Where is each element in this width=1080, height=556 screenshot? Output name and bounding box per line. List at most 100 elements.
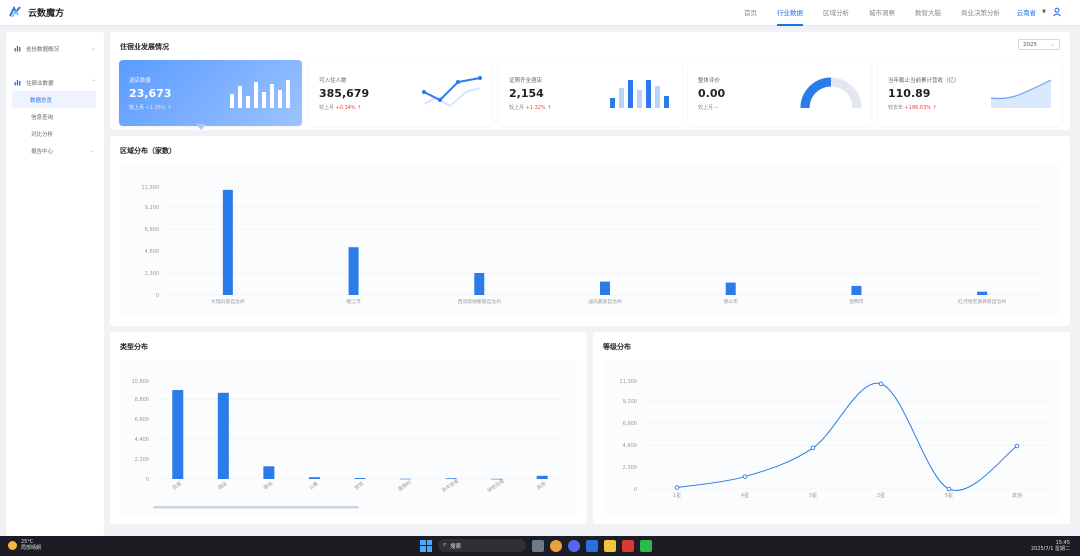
sidebar-item[interactable]: 报告中心 ⌄ [6,142,104,159]
kpi-value: 0.00 [698,87,726,100]
kpi-change-prefix: 较去年 [888,105,904,111]
y-tick-label: 4,600 [145,249,159,255]
region-panel: 区域分布（家数） 0 2,300 4,600 6,900 9,200 11,300 大理白族… [110,136,1070,326]
bar [263,466,275,479]
x-tick-label: 大理白族自治州 [211,298,245,305]
nav-item[interactable]: 区域分析 [823,0,849,26]
x-tick-label: 红河哈尼族彝族自治州 [958,298,1006,305]
weather-widget[interactable]: 25°C 局部晴朗 [8,539,41,551]
nav-item[interactable]: 首页 [744,0,757,26]
chart-scrollbar [153,506,359,509]
y-tick-label: 8,800 [135,397,149,403]
grade-panel: 等级分布 0 2,300 4,600 6,900 9,200 11,300 1星 4星 3星 2星… [593,332,1070,524]
sidebar-group[interactable]: 省份数据概况 ⌄ [6,40,104,57]
bar [725,282,736,295]
kpi-value: 23,673 [129,87,172,100]
nav-item[interactable]: 商业决策分析 [961,0,1000,26]
y-tick-label: 4,600 [623,443,637,449]
kpi-change-value: +0.34% [335,105,356,111]
type-bar-chart: 0 2,200 4,400 6,600 8,800 10,800 民宿 酒店 客栈 公寓 旅馆 度假村… [132,379,565,509]
series-line [676,382,1018,491]
gauge-icon [800,77,862,109]
main-nav: 首页 行业数据 区域分析 城市洞察 数智大脑 商业决策分析 [744,0,1000,26]
arrow-up-icon: ↑ [931,105,937,111]
system-clock[interactable]: 15:45 2025/7/1 星期二 [1031,540,1070,552]
arrow-up-icon: ↑ [165,105,172,111]
y-tick-label: 2,300 [623,465,637,471]
data-point [674,485,680,490]
bar-chart-icon [230,80,290,108]
type-chart-area: 0 2,200 4,400 6,600 8,800 10,800 民宿 酒店 客栈 公寓 旅馆 度假村… [120,360,577,515]
chrome-icon[interactable] [550,539,562,552]
year-select[interactable]: 2025 ⌄ [1018,39,1060,50]
y-tick-label: 11,300 [142,185,160,191]
kpi-card[interactable]: 证照齐全酒店 2,154 较上月 +1.32% ↑ [499,60,682,126]
y-tick-label: 6,900 [145,227,159,233]
bar [491,478,503,480]
sidebar-item-label: 对比分析 [31,131,54,138]
x-tick-label: 特色住宿 [486,477,506,494]
app-logo[interactable]: 云数魔方 [8,5,64,19]
region-bar-chart: 0 2,300 4,600 6,900 9,200 11,300 大理白族自治州 丽江市 西双版… [142,185,1045,305]
nav-item[interactable]: 行业数据 [777,0,803,26]
overview-panel: 住宿业发展情况 2025 ⌄ 酒店数量 23,673 较上月 +1.05% ↑ 可入住… [110,32,1070,130]
sidebar-group-label: 住宿业数据 [26,80,54,87]
region-title: 区域分布（家数） [120,147,176,155]
bar [851,285,862,295]
kpi-change-value: +186.03% [904,105,932,111]
kpi-value: 110.89 [888,87,931,100]
wps-icon[interactable] [622,539,634,552]
bar [474,273,485,295]
os-taskbar: 25°C 局部晴朗 ⌕ 搜索 15:45 2025/7/1 星期二 [0,536,1080,556]
bar [977,291,988,295]
y-tick-label: 6,600 [135,417,149,423]
logo-mark-icon [9,5,21,18]
x-tick-label: 青年旅舍 [440,477,460,494]
y-tick-label: 2,300 [145,271,159,277]
user-menu[interactable]: 云南省 ▼ [1017,7,1062,17]
x-tick-label: 公寓 [308,480,320,491]
sidebar-item[interactable]: 数据总览 [12,91,96,108]
nav-item[interactable]: 城市洞察 [869,0,895,26]
kpi-change: 较去年 +186.03% ↑ [888,104,937,111]
kpi-card[interactable]: 整体评价 0.00 较上月 -- [688,60,871,126]
bar [172,390,184,479]
y-tick-label: 0 [634,487,637,493]
windows-start-icon[interactable] [420,539,432,552]
sidebar-group-label: 省份数据概况 [26,46,60,53]
taskbar-search[interactable]: ⌕ 搜索 [438,539,526,552]
weather-desc: 局部晴朗 [21,545,42,551]
region-chart-area: 0 2,300 4,600 6,900 9,200 11,300 大理白族自治州 丽江市 西双版… [120,164,1060,314]
kpi-card[interactable]: 可入住人数 385,679 较上月 +0.34% ↑ [309,60,492,126]
y-tick-label: 9,200 [623,399,637,405]
y-tick-label: 0 [156,293,159,299]
sidebar-item[interactable]: 对比分析 [6,125,104,142]
bar [536,475,548,479]
line-chart-icon [422,76,482,108]
kpi-card[interactable]: 当年截止当前累计营收（亿） 110.89 较去年 +186.03% ↑ [878,60,1061,126]
discord-icon[interactable] [568,539,580,552]
x-tick-label: 2星 [877,493,885,499]
app-icon[interactable] [586,539,598,552]
y-tick-label: 4,400 [135,437,149,443]
x-tick-label: 民宿 [171,480,183,491]
sidebar-group[interactable]: 住宿业数据 ⌃ [6,74,104,91]
x-tick-label: 酒店 [217,480,229,491]
top-bar: 云数魔方 首页 行业数据 区域分析 城市洞察 数智大脑 商业决策分析 云南省 ▼ [0,0,1080,26]
bar [348,247,359,295]
nav-item[interactable]: 数智大脑 [915,0,941,26]
kpi-change: 较上月 -- [698,104,718,111]
file-manager-icon[interactable] [532,539,544,552]
y-tick-label: 10,800 [132,379,150,385]
x-tick-label: 5星 [945,493,953,499]
overview-title: 住宿业发展情况 [120,43,169,51]
kpi-change: 较上月 +0.34% ↑ [319,104,361,111]
kpi-change-prefix: 较上月 [698,105,714,111]
y-tick-label: 0 [146,477,149,483]
user-region: 云南省 [1016,9,1037,17]
user-avatar-icon[interactable] [1052,7,1062,17]
wechat-icon[interactable] [640,539,652,552]
sidebar-item[interactable]: 信息查询 [6,108,104,125]
kpi-card[interactable]: 酒店数量 23,673 较上月 +1.05% ↑ [119,60,302,126]
folder-icon[interactable] [604,539,616,552]
